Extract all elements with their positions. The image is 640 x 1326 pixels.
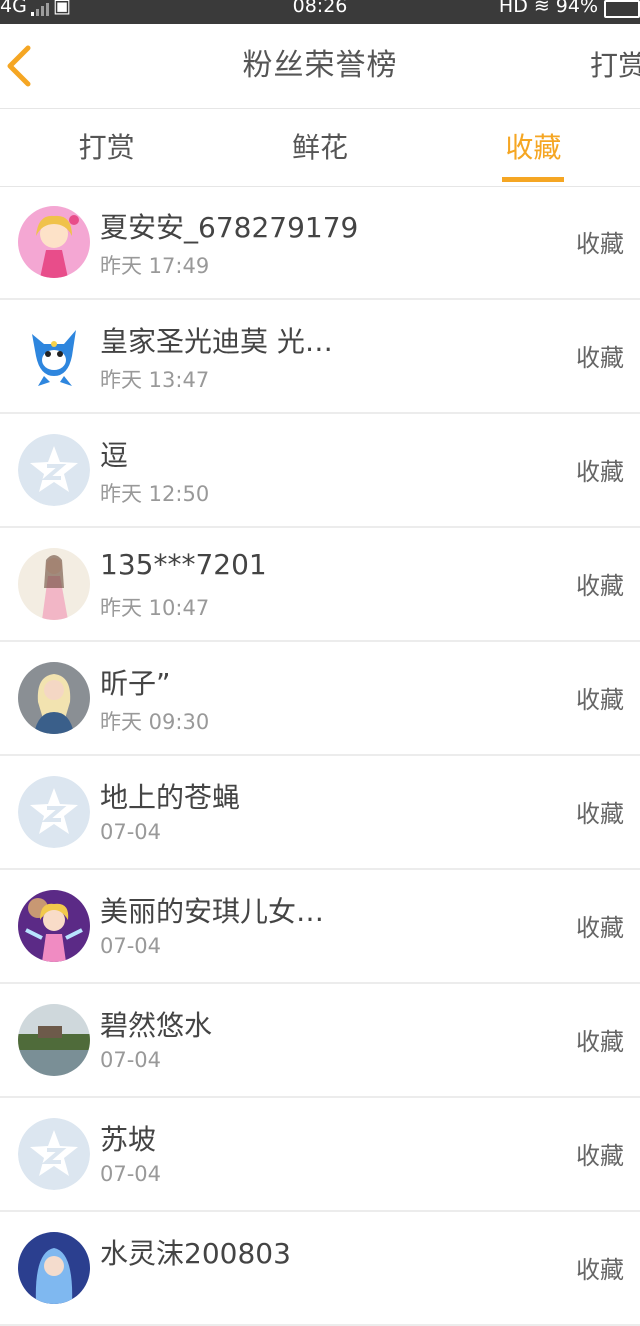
avatar <box>18 548 90 620</box>
favorite-label: 收藏 <box>576 1028 624 1056</box>
user-name: 135***7201 <box>100 548 267 581</box>
favorite-label: 收藏 <box>576 800 624 828</box>
user-name: 碧然悠水 <box>100 1009 213 1042</box>
page-title: 粉丝荣誉榜 <box>242 48 398 83</box>
favorite-label: 收藏 <box>576 230 624 258</box>
list-item[interactable]: 美丽的安琪儿女… 07-04 收藏 <box>0 870 640 984</box>
tab-flowers-label: 鲜花 <box>291 131 348 164</box>
favorite-label: 收藏 <box>576 1256 624 1284</box>
tab-favorites[interactable]: 收藏 <box>427 109 640 186</box>
favorite-label: 收藏 <box>576 1142 624 1170</box>
timestamp: 昨天 09:30 <box>100 710 210 734</box>
user-name: 皇家圣光迪莫 光… <box>100 325 333 358</box>
timestamp: 昨天 17:49 <box>100 254 210 278</box>
hd-label: HD <box>498 0 528 17</box>
user-name: 苏坡 <box>100 1123 157 1156</box>
list-item[interactable]: 135***7201 昨天 10:47 收藏 <box>0 528 640 642</box>
list-item[interactable]: 昕子” 昨天 09:30 收藏 <box>0 642 640 756</box>
list-item[interactable]: 逗 昨天 12:50 收藏 <box>0 414 640 528</box>
timestamp: 07-04 <box>100 820 162 844</box>
avatar <box>18 1004 90 1076</box>
avatar <box>18 320 90 392</box>
wifi-icon: ≋ <box>533 0 550 17</box>
avatar <box>18 1232 90 1304</box>
list-item[interactable]: 夏安安_678279179 昨天 17:49 收藏 <box>0 186 640 300</box>
avatar <box>18 206 90 278</box>
list-item[interactable]: 地上的苍蝇 07-04 收藏 <box>0 756 640 870</box>
user-name: 水灵沫200803 <box>100 1237 291 1270</box>
timestamp: 07-04 <box>100 1048 162 1072</box>
default-avatar-icon <box>18 434 90 506</box>
list-item[interactable]: 碧然悠水 07-04 收藏 <box>0 984 640 1098</box>
reward-link[interactable]: 打赏 <box>590 24 640 108</box>
user-name: 夏安安_678279179 <box>100 211 359 244</box>
favorite-label: 收藏 <box>576 344 624 372</box>
user-name: 逗 <box>100 439 129 472</box>
tab-reward[interactable]: 打赏 <box>0 109 213 186</box>
nav-bar: 粉丝荣誉榜 打赏 <box>0 24 640 109</box>
timestamp: 昨天 10:47 <box>100 596 210 620</box>
timestamp: 07-04 <box>100 934 162 958</box>
user-name: 美丽的安琪儿女… <box>100 895 325 928</box>
timestamp: 07-04 <box>100 1162 162 1186</box>
battery-percent: 94% <box>555 0 598 17</box>
avatar <box>18 890 90 962</box>
tab-reward-label: 打赏 <box>78 131 135 164</box>
tab-flowers[interactable]: 鲜花 <box>213 109 426 186</box>
user-name: 地上的苍蝇 <box>100 781 241 814</box>
tab-favorites-label: 收藏 <box>505 131 562 164</box>
list-item[interactable]: 皇家圣光迪莫 光… 昨天 13:47 收藏 <box>0 300 640 414</box>
fan-list: 夏安安_678279179 昨天 17:49 收藏 皇家圣光迪莫 光… 昨天 1… <box>0 186 640 1326</box>
list-item[interactable]: 水灵沫200803 收藏 <box>0 1212 640 1326</box>
favorite-label: 收藏 <box>576 572 624 600</box>
default-avatar-icon <box>18 1118 90 1190</box>
favorite-label: 收藏 <box>576 458 624 486</box>
active-tab-indicator <box>502 177 565 182</box>
favorite-label: 收藏 <box>576 914 624 942</box>
status-bar: 4G ▣ 08:26 HD ≋ 94% <box>0 0 640 24</box>
favorite-label: 收藏 <box>576 686 624 714</box>
tab-bar: 打赏 鲜花 收藏 <box>0 109 640 187</box>
list-item[interactable]: 苏坡 07-04 收藏 <box>0 1098 640 1212</box>
default-avatar-icon <box>18 776 90 848</box>
avatar <box>18 662 90 734</box>
timestamp: 昨天 12:50 <box>100 482 210 506</box>
user-name: 昕子” <box>100 667 171 700</box>
timestamp: 昨天 13:47 <box>100 368 210 392</box>
battery-icon <box>604 0 640 18</box>
